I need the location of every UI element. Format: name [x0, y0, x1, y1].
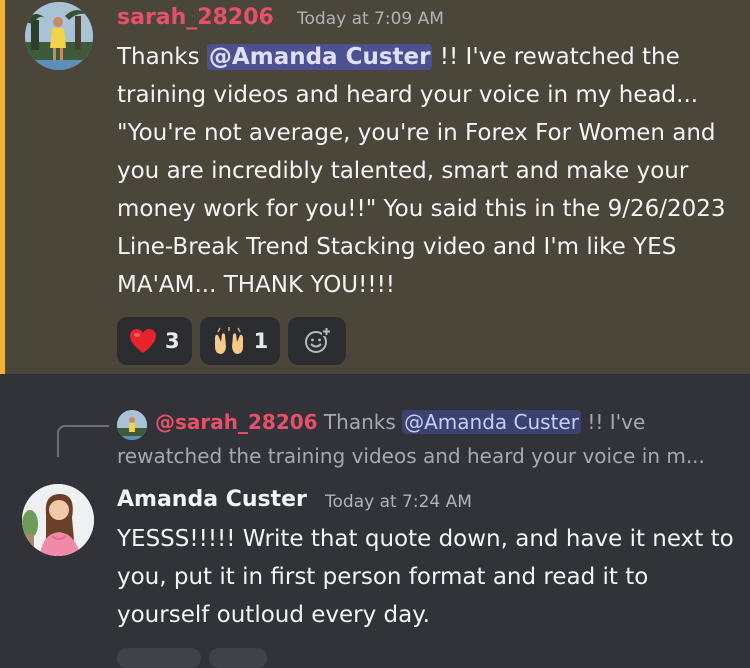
message-text: Thanks @Amanda Custer !! I've rewatched …: [117, 38, 742, 304]
text-segment: Thanks: [117, 44, 207, 70]
author-name[interactable]: sarah_28206: [117, 5, 274, 30]
avatar-sarah[interactable]: [25, 2, 93, 70]
timestamp: Today at 7:24 AM: [325, 492, 472, 512]
author-name[interactable]: Amanda Custer: [117, 487, 307, 512]
mention-amanda[interactable]: @Amanda Custer: [402, 410, 581, 434]
reply-preview-line2[interactable]: rewatched the training videos and heard …: [117, 444, 705, 468]
avatar-amanda[interactable]: [22, 484, 94, 556]
reaction-heart[interactable]: 3: [117, 317, 192, 365]
reaction-chip-partial[interactable]: [117, 648, 201, 668]
heart-icon: [130, 329, 156, 353]
timestamp: Today at 7:09 AM: [297, 9, 444, 29]
raised-hands-icon: [214, 327, 243, 354]
reply-avatar[interactable]: [117, 410, 147, 440]
message-text: YESSS!!!!! Write that quote down, and ha…: [117, 526, 734, 628]
reaction-count: 1: [253, 329, 269, 353]
reaction-chip-partial[interactable]: [209, 648, 267, 668]
reply-connector: [57, 425, 109, 457]
reply-preview[interactable]: @sarah_28206 Thanks @Amanda Custer !! I'…: [155, 410, 645, 434]
message-sarah: sarah_28206 Today at 7:09 AM Thanks @Ama…: [0, 0, 750, 374]
reaction-count: 3: [165, 329, 180, 353]
add-reaction-button[interactable]: [288, 317, 347, 365]
reactions-bar: 3 1: [117, 317, 347, 365]
text-segment: !! I've: [580, 410, 646, 434]
add-reaction-icon: [305, 327, 332, 353]
highlight-bar: [0, 0, 5, 374]
reaction-raised-hands[interactable]: 1: [199, 317, 281, 365]
text-segment: Thanks: [317, 410, 403, 434]
reply-author[interactable]: @sarah_28206: [155, 410, 318, 434]
text-segment: !! I've rewatched the training videos an…: [117, 44, 726, 298]
mention-amanda[interactable]: @Amanda Custer: [206, 44, 433, 70]
